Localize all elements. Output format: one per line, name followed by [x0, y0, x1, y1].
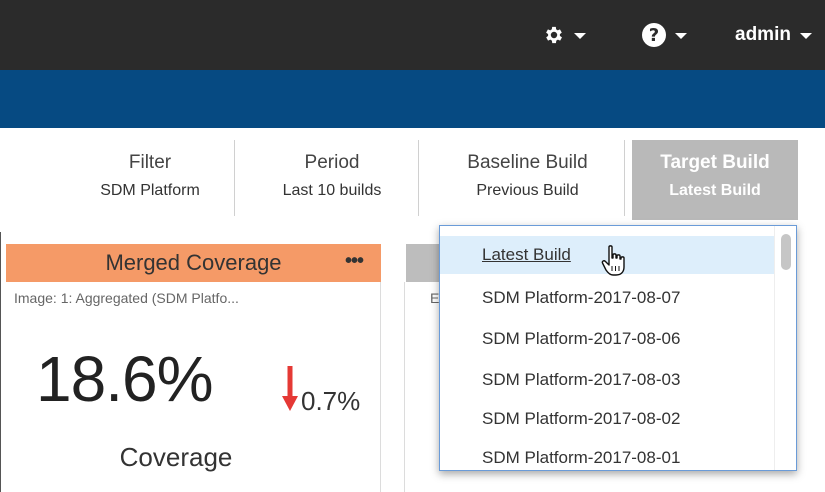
divider: [624, 140, 625, 216]
period-selector[interactable]: Period Last 10 builds: [254, 140, 410, 220]
option-label: SDM Platform-2017-08-07: [482, 288, 681, 307]
period-title: Period: [304, 152, 360, 173]
dropdown-scrollbar[interactable]: [774, 226, 796, 470]
caret-down-icon: [799, 33, 812, 39]
divider: [418, 140, 419, 216]
filter-bar: Filter SDM Platform Period Last 10 build…: [0, 128, 825, 232]
coverage-delta: 0.7%: [301, 386, 361, 416]
option-label: SDM Platform-2017-08-01: [482, 448, 681, 467]
caret-down-icon: [574, 33, 586, 39]
coverage-value: 18.6%: [36, 343, 213, 415]
baseline-value: Previous Build: [476, 182, 579, 199]
card-header: Merged Coverage •••: [6, 244, 381, 282]
caret-down-icon: [675, 33, 687, 39]
arrow-down-icon: [282, 366, 298, 411]
divider: [404, 282, 405, 492]
filter-title: Filter: [128, 152, 172, 173]
baseline-title: Baseline Build: [467, 152, 588, 173]
user-name: admin: [735, 24, 791, 45]
dropdown-option[interactable]: SDM Platform-2017-08-02: [440, 400, 776, 438]
hand-cursor-icon: [601, 245, 625, 276]
more-options-icon[interactable]: •••: [345, 250, 364, 273]
target-title: Target Build: [660, 152, 770, 173]
merged-coverage-card: Merged Coverage ••• Image: 1: Aggregated…: [0, 244, 381, 492]
target-build-selector[interactable]: Target Build Latest Build: [632, 140, 798, 220]
header-band: [0, 70, 825, 128]
option-label: SDM Platform-2017-08-03: [482, 370, 681, 389]
settings-menu[interactable]: [543, 20, 586, 50]
help-menu[interactable]: ?: [642, 20, 687, 50]
option-label: Latest Build: [482, 245, 571, 264]
gear-icon: [546, 26, 562, 44]
option-label: SDM Platform-2017-08-02: [482, 409, 681, 428]
period-value: Last 10 builds: [282, 182, 382, 199]
card-subtitle: Image: 1: Aggregated (SDM Platfo...: [14, 290, 239, 306]
card-title: Merged Coverage: [105, 250, 282, 275]
second-card-subtitle: E: [430, 290, 440, 306]
coverage-label: Coverage: [119, 442, 233, 472]
top-navbar: ? admin: [0, 0, 825, 70]
dropdown-option[interactable]: SDM Platform-2017-08-01: [440, 439, 776, 470]
filter-value: SDM Platform: [100, 182, 200, 199]
scrollbar-thumb[interactable]: [781, 234, 791, 270]
option-label: SDM Platform-2017-08-06: [482, 329, 681, 348]
help-icon: ?: [642, 23, 666, 47]
dropdown-option[interactable]: SDM Platform-2017-08-06: [440, 320, 776, 358]
divider: [234, 140, 235, 216]
dropdown-option[interactable]: SDM Platform-2017-08-03: [440, 361, 776, 399]
target-value: Latest Build: [669, 182, 761, 199]
user-menu[interactable]: admin: [735, 20, 812, 50]
filter-selector[interactable]: Filter SDM Platform: [70, 140, 230, 220]
baseline-build-selector[interactable]: Baseline Build Previous Build: [440, 140, 615, 220]
dropdown-option[interactable]: SDM Platform-2017-08-07: [440, 279, 776, 317]
